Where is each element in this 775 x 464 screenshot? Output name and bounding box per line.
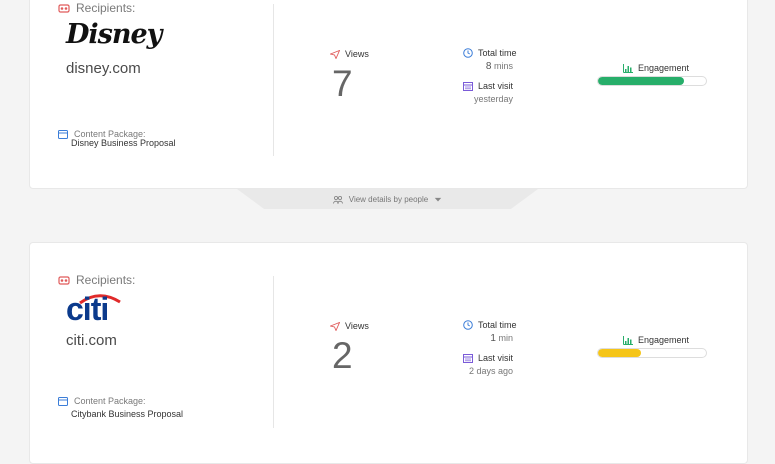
engagement-bar-fill xyxy=(598,77,685,85)
total-time-label: Total time xyxy=(463,320,517,330)
clock-icon xyxy=(463,48,473,58)
citi-logo: citi xyxy=(66,291,122,331)
last-visit-value: yesterday xyxy=(473,94,513,104)
engagement-label: Engagement xyxy=(623,63,689,73)
recipient-domain: disney.com xyxy=(66,60,141,77)
engagement-label: Engagement xyxy=(623,335,689,345)
engagement-bar xyxy=(597,76,707,86)
clock-icon xyxy=(463,320,473,330)
total-time-label: Total time xyxy=(463,48,517,58)
total-time-value: 1 min xyxy=(490,333,513,344)
calendar-icon xyxy=(463,353,473,363)
recipient-domain: citi.com xyxy=(66,332,117,349)
view-details-label: View details by people xyxy=(348,194,429,204)
views-label: Views xyxy=(330,49,369,59)
disney-logo: Disney xyxy=(66,19,162,50)
paper-plane-icon xyxy=(330,321,340,331)
view-details-toggle[interactable]: View details by people xyxy=(237,189,538,209)
card-divider xyxy=(273,4,274,156)
card-divider xyxy=(273,276,274,428)
total-time-value: 8 mins xyxy=(485,61,513,72)
views-count: 2 xyxy=(332,335,353,376)
bar-chart-icon xyxy=(623,335,633,345)
package-icon xyxy=(58,129,68,139)
views-count: 7 xyxy=(332,63,353,104)
recipients-icon xyxy=(58,3,70,13)
content-package-name: Disney Business Proposal xyxy=(71,138,176,148)
recipients-label: Recipients: xyxy=(58,273,135,287)
people-icon xyxy=(332,195,343,204)
content-package-label: Content Package: xyxy=(58,396,146,406)
recipients-label: Recipients: xyxy=(58,1,135,15)
last-visit-label: Last visit xyxy=(463,353,513,363)
recipient-card-disney: Recipients: Disney disney.com Content Pa… xyxy=(29,0,748,189)
paper-plane-icon xyxy=(330,49,340,59)
package-icon xyxy=(58,396,68,406)
bar-chart-icon xyxy=(623,63,633,73)
last-visit-label: Last visit xyxy=(463,81,513,91)
engagement-bar-fill xyxy=(598,349,642,357)
recipients-icon xyxy=(58,275,70,285)
calendar-icon xyxy=(463,81,473,91)
caret-down-icon xyxy=(435,197,442,201)
last-visit-value: 2 days ago xyxy=(468,366,513,376)
views-label: Views xyxy=(330,321,369,331)
engagement-bar xyxy=(597,348,707,358)
recipient-card-citi: Recipients: citi citi.com Content Packag… xyxy=(29,242,748,464)
content-package-name: Citybank Business Proposal xyxy=(71,409,184,419)
